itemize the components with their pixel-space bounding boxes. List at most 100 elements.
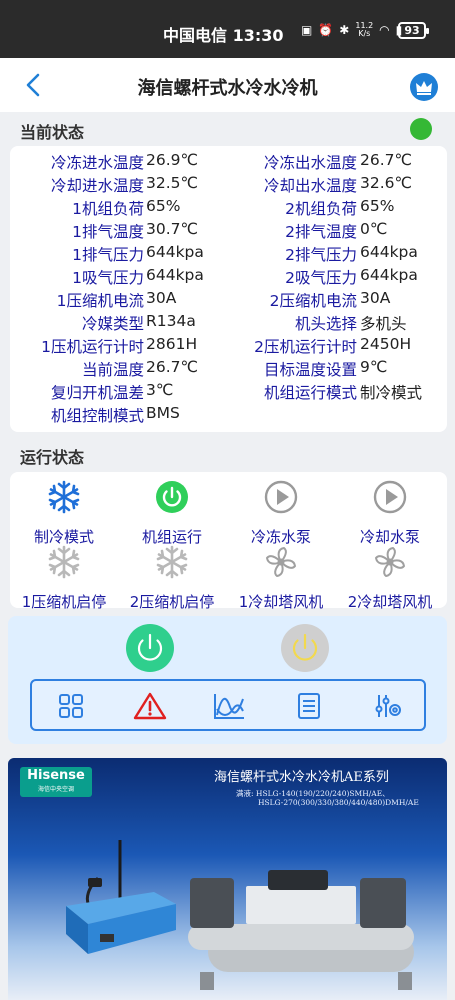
status-label: 2排气压力 [285, 246, 357, 264]
run-status-card: 制冷模式 机组运行 冷冻水泵 冷却水泵 1压缩机启停 2压缩机启停 1冷却塔风机… [10, 472, 447, 611]
power-icon [137, 633, 163, 661]
gateway-device-image [66, 840, 176, 954]
status-value: 9℃ [360, 358, 388, 376]
page-title: 海信螺杆式水冷水冷机 [137, 78, 318, 99]
status-value: 2450H [360, 335, 412, 353]
status-row: 冷冻进水温度 26.9℃ 冷冻出水温度 26.7℃ [10, 151, 447, 173]
snowflake-icon [48, 480, 80, 514]
status-row: 1压缩机电流 30A 2压缩机电流 30A [10, 289, 447, 311]
status-label: 机头选择 [294, 315, 357, 333]
app-header: 海信螺杆式水冷水冷机 [0, 58, 455, 112]
status-label: 冷却进水温度 [50, 177, 144, 195]
status-label: 2排气温度 [285, 223, 357, 241]
status-label: 机组运行模式 [263, 384, 357, 402]
status-row: 机组控制模式 BMS [10, 404, 447, 426]
status-value: 26.9℃ [146, 151, 198, 169]
status-label: 1吸气压力 [72, 269, 144, 287]
run-item-unit-running: 机组运行 [118, 480, 226, 547]
status-value: 32.5℃ [146, 174, 198, 192]
power-icon [292, 633, 318, 661]
status-value: 65% [146, 197, 181, 215]
status-label: 1排气压力 [72, 246, 144, 264]
online-status-indicator [410, 118, 432, 140]
run-label: 1冷却塔风机 [238, 593, 324, 611]
trend-chart-icon[interactable] [212, 691, 246, 721]
run-item-tower-fan2: 2冷却塔风机 [336, 545, 444, 612]
network-speed: 11.2 K/s [355, 21, 374, 38]
status-label: 目标温度设置 [263, 361, 357, 379]
power-on-button[interactable] [126, 624, 174, 672]
alarm-icon: ⏰ [318, 23, 334, 37]
status-value: 32.6℃ [360, 174, 412, 192]
run-label: 1压缩机启停 [21, 593, 107, 611]
status-row: 1吸气压力 644kpa 2吸气压力 644kpa [10, 266, 447, 288]
brand-logo: Hisense 海信中央空调 [20, 767, 92, 797]
banner-title: 海信螺杆式水冷水冷机AE系列 [214, 770, 389, 785]
product-banner[interactable]: Hisense 海信中央空调 海信螺杆式水冷水冷机AE系列 满液: HSLG-1… [8, 758, 447, 1000]
system-status-bar: 中国电信 13:30 ▣ ⏰ ✱ 11.2 K/s ◠ ▮ 93 [0, 0, 455, 58]
status-label: 2压机运行计时 [254, 338, 357, 356]
status-value: BMS [146, 404, 180, 422]
run-item-tower-fan1: 1冷却塔风机 [227, 545, 335, 612]
document-list-icon[interactable] [294, 691, 324, 721]
power-off-button[interactable] [281, 624, 329, 672]
run-item-compressor1: 1压缩机启停 [10, 545, 118, 612]
status-label: 2吸气压力 [285, 269, 357, 287]
carrier-time: 中国电信 13:30 [163, 26, 284, 45]
status-label: 冷冻进水温度 [50, 154, 144, 172]
status-label: 2压缩机电流 [269, 292, 357, 310]
status-row: 1排气温度 30.7℃ 2排气温度 0℃ [10, 220, 447, 242]
run-item-chilled-pump: 冷冻水泵 [227, 480, 335, 547]
status-value: 644kpa [146, 266, 204, 284]
settings-sliders-icon[interactable] [373, 691, 403, 721]
run-status-heading: 运行状态 [20, 448, 85, 467]
crown-icon[interactable] [410, 73, 438, 101]
status-label: 2机组负荷 [285, 200, 357, 218]
play-icon [264, 480, 298, 514]
run-item-cooling-pump: 冷却水泵 [336, 480, 444, 547]
status-row: 1排气压力 644kpa 2排气压力 644kpa [10, 243, 447, 265]
bluetooth-icon: ✱ [339, 23, 350, 37]
status-value: 65% [360, 197, 395, 215]
status-row: 复归开机温差 3℃ 机组运行模式 制冷模式 [10, 381, 447, 403]
run-label: 2冷却塔风机 [347, 593, 433, 611]
status-label: 冷却出水温度 [263, 177, 357, 195]
current-status-card: 冷冻进水温度 26.9℃ 冷冻出水温度 26.7℃ 冷却进水温度 32.5℃ 冷… [10, 146, 447, 432]
status-row: 当前温度 26.7℃ 目标温度设置 9℃ [10, 358, 447, 380]
snowflake-icon [48, 545, 80, 579]
status-value: 3℃ [146, 381, 174, 399]
function-toolbar [30, 679, 426, 731]
run-label: 制冷模式 [33, 528, 94, 546]
status-icons: ▣ ⏰ ✱ 11.2 K/s ◠ ▮ [301, 22, 402, 38]
status-label: 复归开机温差 [50, 384, 144, 402]
power-icon [156, 481, 188, 513]
status-label: 冷冻出水温度 [263, 154, 357, 172]
status-value: 制冷模式 [360, 384, 423, 402]
status-label: 1机组负荷 [72, 200, 144, 218]
status-row: 1机组负荷 65% 2机组负荷 65% [10, 197, 447, 219]
status-value: 26.7℃ [146, 358, 198, 376]
status-value: R134a [146, 312, 196, 330]
chiller-unit-image [188, 870, 414, 990]
status-row: 冷却进水温度 32.5℃ 冷却出水温度 32.6℃ [10, 174, 447, 196]
status-label: 机组控制模式 [50, 407, 144, 425]
status-value: 26.7℃ [360, 151, 412, 169]
status-label: 1排气温度 [72, 223, 144, 241]
grid-icon[interactable] [56, 691, 86, 721]
snowflake-icon [156, 545, 188, 579]
status-label: 当前温度 [81, 361, 144, 379]
run-item-compressor2: 2压缩机启停 [118, 545, 226, 612]
alarm-warning-icon[interactable] [133, 691, 167, 721]
run-label: 冷却水泵 [359, 528, 420, 546]
status-value: 多机头 [360, 315, 407, 333]
status-label: 冷媒类型 [81, 315, 144, 333]
wifi-icon: ◠ [379, 23, 390, 37]
battery-icon: 93 [398, 22, 429, 39]
fan-icon [265, 546, 297, 578]
status-row: 1压机运行计时 2861H 2压机运行计时 2450H [10, 335, 447, 357]
status-label: 1压机运行计时 [41, 338, 144, 356]
current-status-heading: 当前状态 [20, 123, 85, 142]
status-value: 30A [146, 289, 177, 307]
status-label: 1压缩机电流 [56, 292, 144, 310]
status-value: 0℃ [360, 220, 388, 238]
